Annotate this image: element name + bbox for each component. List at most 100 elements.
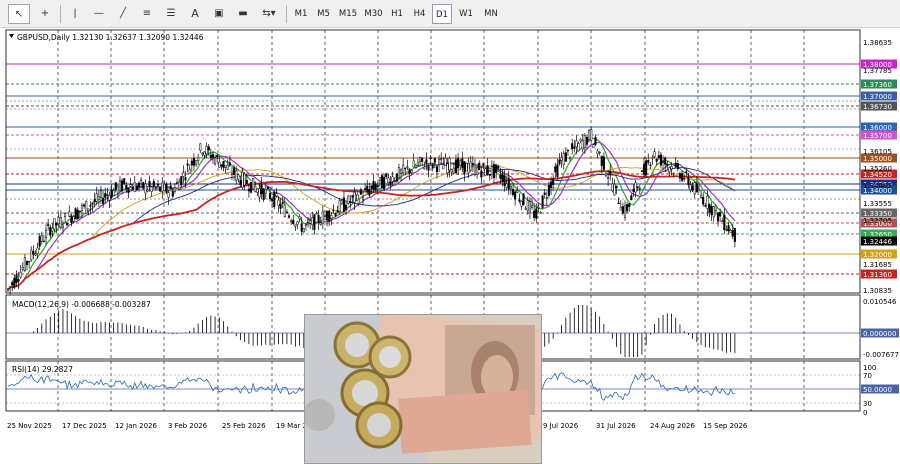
candle-body: [121, 180, 124, 192]
candle-body: [359, 189, 362, 195]
candle-body: [366, 185, 369, 192]
candle-body: [241, 172, 244, 188]
horizontal-line-tool-icon[interactable]: —: [88, 4, 110, 24]
date-label: 9 Jul 2026: [543, 422, 579, 430]
candle-body: [281, 201, 284, 204]
candle-body: [203, 151, 206, 156]
text-label-tool-icon[interactable]: ▣: [208, 4, 230, 24]
candle-body: [349, 201, 352, 204]
candle-body: [516, 190, 519, 193]
candle-body: [40, 234, 43, 242]
timeframe-button-w1[interactable]: W1: [455, 4, 477, 24]
candle-body: [152, 181, 155, 188]
candle-body: [99, 190, 103, 198]
timeframe-button-m15[interactable]: M15: [336, 4, 360, 24]
candle-body: [287, 215, 291, 218]
rectangle-tool-icon[interactable]: ▬: [232, 4, 254, 24]
candle-body: [691, 185, 694, 191]
candle-body: [416, 162, 419, 166]
candle-body: [725, 229, 728, 231]
candle-body: [364, 188, 367, 190]
candle-body: [182, 172, 185, 177]
candle-body: [683, 178, 686, 180]
candle-body: [511, 188, 515, 196]
candle-body: [102, 197, 105, 204]
cursor-tool-icon[interactable]: ↖: [8, 4, 30, 24]
candle-body: [507, 177, 510, 190]
candle-body: [678, 173, 681, 179]
candle-body: [68, 211, 71, 217]
timeframe-button-mn[interactable]: MN: [479, 4, 503, 24]
candle-body: [626, 204, 629, 212]
timeframe-button-d1[interactable]: D1: [432, 4, 452, 24]
timeframe-button-m1[interactable]: M1: [291, 4, 311, 24]
candle-body: [80, 205, 84, 211]
candle-body: [723, 214, 726, 230]
candle-body: [36, 247, 39, 254]
toolbar-separator: [286, 5, 287, 23]
candle-body: [492, 164, 496, 179]
candle-body: [387, 177, 390, 184]
candle-body: [429, 157, 432, 160]
price-scale-label: 1.38635: [863, 39, 892, 47]
candle-body: [659, 154, 662, 166]
arrows-tool-icon[interactable]: ⇆▾: [256, 4, 282, 24]
macd-scale-label: 0.010546: [863, 298, 897, 306]
candle-body: [319, 222, 322, 225]
candle-body: [357, 198, 360, 205]
candle-body: [613, 183, 616, 196]
candle-body: [188, 168, 191, 174]
crosshair-tool-icon[interactable]: +: [34, 4, 56, 24]
candle-body: [615, 185, 618, 188]
candle-body: [368, 188, 371, 196]
candle-body: [247, 188, 250, 192]
rsi-scale-label: 100: [863, 364, 876, 372]
candle-body: [552, 178, 555, 185]
vertical-line-tool-icon[interactable]: |: [64, 4, 86, 24]
candle-body: [471, 163, 474, 165]
candle-body: [452, 167, 455, 174]
candle-body: [342, 197, 346, 212]
candle-body: [370, 185, 373, 189]
candle-body: [440, 158, 443, 160]
price-scale-label: 1.34405: [863, 182, 892, 190]
candle-body: [433, 157, 436, 163]
candle-body: [106, 194, 109, 196]
candle-body: [218, 161, 221, 168]
timeframe-button-m30[interactable]: M30: [362, 4, 385, 24]
candle-body: [383, 176, 386, 190]
text-tool-icon[interactable]: A: [184, 4, 206, 24]
price-scale-label: 1.31685: [863, 261, 892, 269]
candle-body: [298, 216, 301, 219]
candle-body: [328, 210, 331, 222]
candle-body: [123, 178, 126, 184]
candle-body: [571, 143, 574, 150]
candle-body: [588, 130, 591, 141]
candle-body: [118, 180, 122, 191]
timeframe-button-m5[interactable]: M5: [313, 4, 334, 24]
candle-body: [695, 183, 698, 192]
trend-line-tool-icon[interactable]: ╱: [112, 4, 134, 24]
candle-body: [127, 187, 130, 193]
candle-body: [254, 185, 257, 192]
candle-body: [454, 159, 458, 174]
channel-tool-icon[interactable]: ≡: [136, 4, 158, 24]
chart-area[interactable]: 1.38000 1.37360 1.37000 1.36730 1.36000 1.357…: [0, 28, 900, 464]
candle-body: [85, 200, 88, 214]
macd-label: MACD(12,26,9) -0.006688 -0.003287: [12, 300, 151, 309]
candle-body: [224, 165, 227, 168]
candle-body: [137, 182, 141, 187]
fibonacci-tool-icon[interactable]: ☰: [160, 4, 182, 24]
candle-body: [13, 277, 16, 288]
candle-body: [258, 188, 261, 198]
timeframe-button-h4[interactable]: H4: [409, 4, 430, 24]
candle-body: [57, 217, 60, 224]
rsi-scale-label: 0: [863, 409, 867, 417]
timeframe-button-h1[interactable]: H1: [387, 4, 407, 24]
candle-body: [543, 192, 546, 195]
candle-body: [545, 197, 548, 199]
candle-body: [256, 188, 259, 193]
candle-body: [211, 154, 215, 158]
candle-body: [719, 211, 722, 217]
candle-body: [550, 181, 553, 189]
